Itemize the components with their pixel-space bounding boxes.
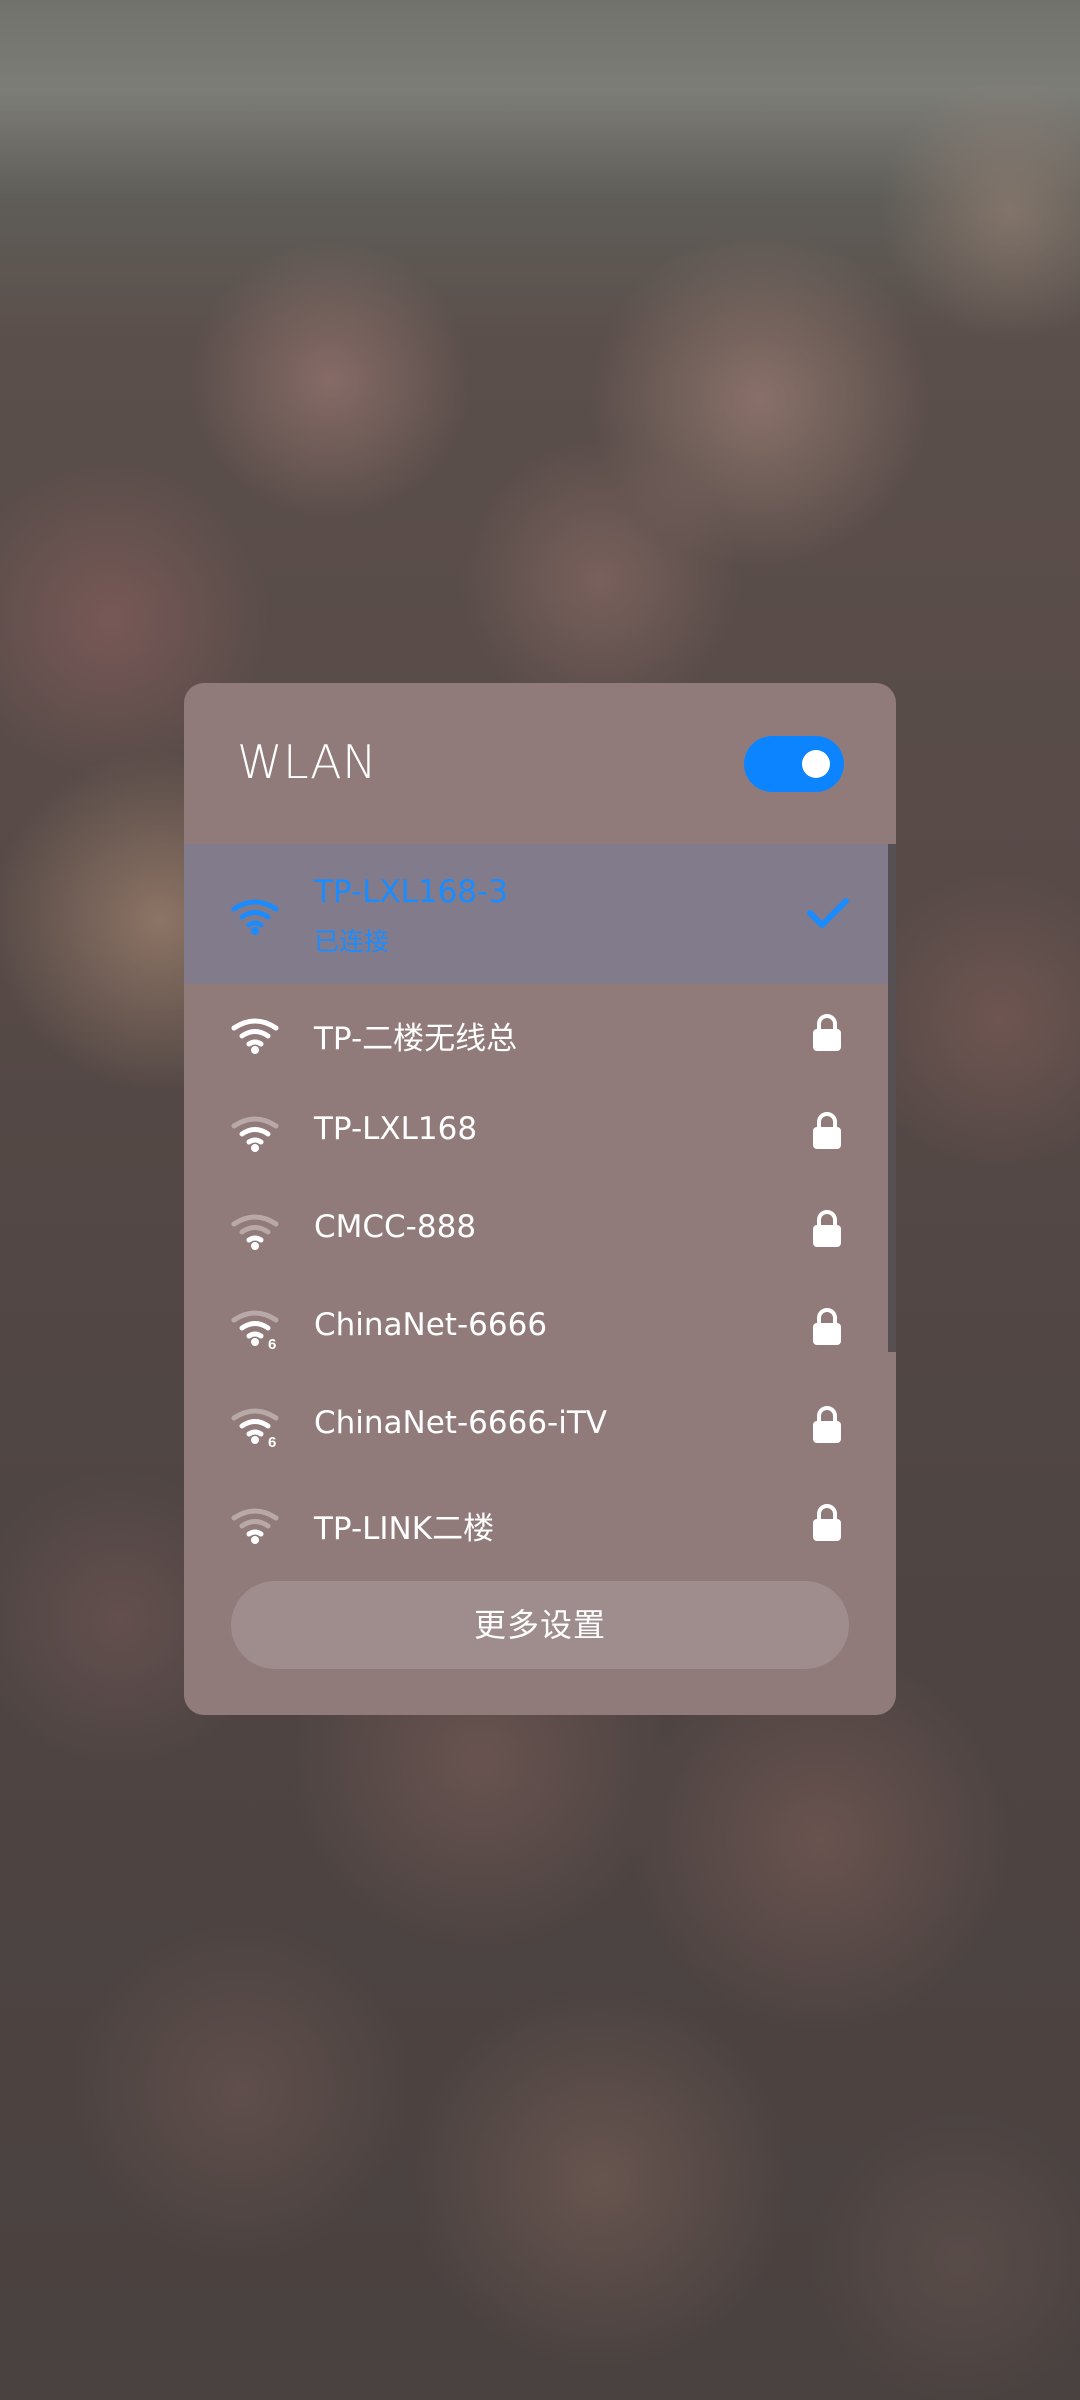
network-row[interactable]: TP-LINK二楼 bbox=[184, 1474, 888, 1544]
network-name: ChinaNet-6666 bbox=[314, 1307, 548, 1343]
lock-icon bbox=[813, 1112, 841, 1149]
lock-icon bbox=[813, 1210, 841, 1247]
network-row[interactable]: 6 ChinaNet-6666 bbox=[184, 1278, 888, 1376]
network-name: TP-LXL168 bbox=[314, 1111, 478, 1147]
lock-icon bbox=[813, 1406, 841, 1443]
network-row[interactable]: CMCC-888 bbox=[184, 1180, 888, 1278]
lock-icon bbox=[813, 1504, 841, 1541]
svg-text:6: 6 bbox=[268, 1336, 276, 1350]
wifi-icon bbox=[231, 1116, 279, 1152]
wifi-icon bbox=[231, 1214, 279, 1250]
panel-title: WLAN bbox=[237, 735, 378, 789]
network-name: CMCC-888 bbox=[314, 1209, 477, 1245]
panel-header: WLAN bbox=[184, 683, 896, 843]
network-name: TP-LINK二楼 bbox=[314, 1511, 495, 1544]
network-row-connected[interactable]: TP-LXL168-3 已连接 bbox=[184, 844, 888, 984]
wifi-icon bbox=[231, 1508, 279, 1544]
wlan-panel: WLAN TP-LXL168-3 已连接 TP-二楼无线总 TP-LXL168 … bbox=[184, 683, 896, 1715]
wifi6-icon: 6 bbox=[231, 1310, 279, 1350]
network-name: ChinaNet-6666-iTV bbox=[314, 1405, 607, 1441]
checkmark-icon bbox=[807, 898, 849, 928]
network-name: TP-LXL168-3 bbox=[314, 874, 508, 910]
network-status: 已连接 bbox=[314, 927, 390, 956]
wifi-icon bbox=[231, 899, 279, 935]
list-scrollbar[interactable] bbox=[888, 844, 896, 1352]
wifi6-icon: 6 bbox=[231, 1408, 279, 1448]
network-row[interactable]: TP-LXL168 bbox=[184, 1082, 888, 1180]
network-list[interactable]: TP-LXL168-3 已连接 TP-二楼无线总 TP-LXL168 CMCC-… bbox=[184, 844, 896, 1544]
lock-icon bbox=[813, 1308, 841, 1345]
network-name: TP-二楼无线总 bbox=[314, 1021, 518, 1057]
network-row[interactable]: 6 ChinaNet-6666-iTV bbox=[184, 1376, 888, 1474]
more-settings-button[interactable]: 更多设置 bbox=[231, 1581, 849, 1669]
wifi-icon bbox=[231, 1018, 279, 1054]
toggle-knob bbox=[802, 750, 830, 778]
lock-icon bbox=[813, 1014, 841, 1051]
network-row[interactable]: TP-二楼无线总 bbox=[184, 984, 888, 1082]
wlan-toggle[interactable] bbox=[744, 736, 844, 792]
svg-text:6: 6 bbox=[268, 1434, 276, 1448]
